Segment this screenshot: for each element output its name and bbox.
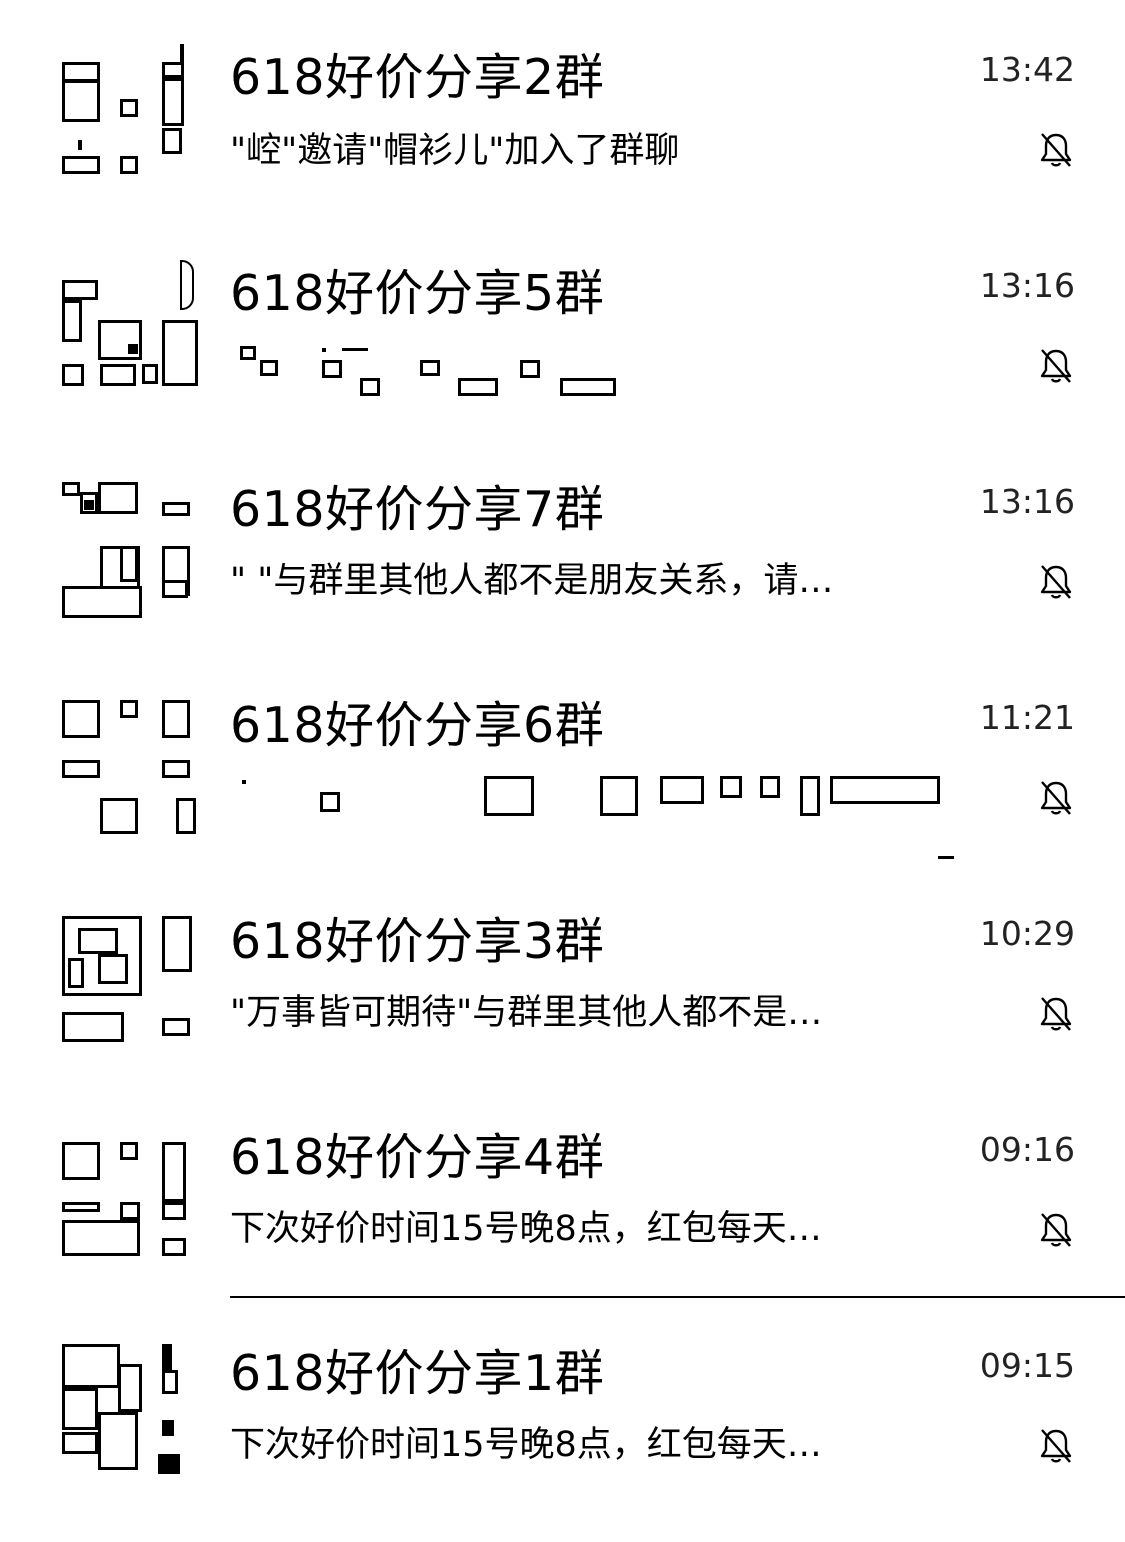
bell-slash-icon: [1040, 565, 1072, 599]
group-avatar: [58, 1340, 200, 1482]
bell-slash-icon: [1040, 781, 1072, 815]
chat-preview: " "与群里其他人都不是朋友关系，请…: [230, 561, 834, 601]
chat-preview: "万事皆可期待"与群里其他人都不是…: [230, 993, 823, 1033]
group-avatar: [58, 908, 200, 1050]
chat-name: 618好价分享1群: [230, 1345, 605, 1402]
chat-item-group-2[interactable]: 618好价分享2群 13:42 "崆"邀请"帽衫儿"加入了群聊: [0, 30, 1125, 246]
group-avatar: [58, 1124, 200, 1266]
chat-item-group-4[interactable]: 618好价分享4群 09:16 下次好价时间15号晚8点，红包每天…: [0, 1110, 1125, 1326]
group-avatar: [58, 260, 200, 402]
bell-slash-icon: [1040, 997, 1072, 1031]
chat-preview-glyphs: [230, 338, 990, 408]
chat-item-group-5[interactable]: 618好价分享5群 13:16: [0, 246, 1125, 462]
chat-preview: "崆"邀请"帽衫儿"加入了群聊: [230, 131, 680, 171]
chat-preview: 下次好价时间15号晚8点，红包每天…: [230, 1209, 822, 1249]
chat-time: 11:21: [979, 698, 1075, 737]
chat-time: 13:42: [979, 50, 1075, 89]
bell-slash-icon: [1040, 1213, 1072, 1247]
chat-preview: 下次好价时间15号晚8点，红包每天…: [230, 1425, 822, 1465]
bell-slash-icon: [1040, 133, 1072, 167]
bell-slash-icon: [1040, 349, 1072, 383]
chat-name: 618好价分享2群: [230, 49, 605, 106]
chat-name: 618好价分享6群: [230, 697, 605, 754]
chat-item-group-3[interactable]: 618好价分享3群 10:29 "万事皆可期待"与群里其他人都不是…: [0, 894, 1125, 1110]
chat-item-group-7[interactable]: 618好价分享7群 13:16 " "与群里其他人都不是朋友关系，请…: [0, 462, 1125, 678]
list-separator: [230, 1296, 1125, 1298]
chat-time: 09:15: [979, 1346, 1075, 1385]
chat-name: 618好价分享5群: [230, 265, 605, 322]
chat-time: 10:29: [979, 914, 1075, 953]
chat-time: 13:16: [979, 482, 1075, 521]
chat-time: 13:16: [979, 266, 1075, 305]
chat-time: 09:16: [979, 1130, 1075, 1169]
bell-slash-icon: [1040, 1429, 1072, 1463]
group-avatar: [58, 44, 200, 186]
group-avatar: [58, 692, 200, 834]
chat-list: 618好价分享2群 13:42 "崆"邀请"帽衫儿"加入了群聊 618好价分享5…: [0, 0, 1125, 1516]
chat-item-group-1[interactable]: 618好价分享1群 09:15 下次好价时间15号晚8点，红包每天…: [0, 1326, 1125, 1542]
chat-name: 618好价分享7群: [230, 481, 605, 538]
chat-name: 618好价分享3群: [230, 913, 605, 970]
group-avatar: [58, 476, 200, 618]
chat-name: 618好价分享4群: [230, 1129, 605, 1186]
chat-item-group-6[interactable]: 618好价分享6群 11:21: [0, 678, 1125, 894]
chat-preview-glyphs: [230, 770, 990, 859]
